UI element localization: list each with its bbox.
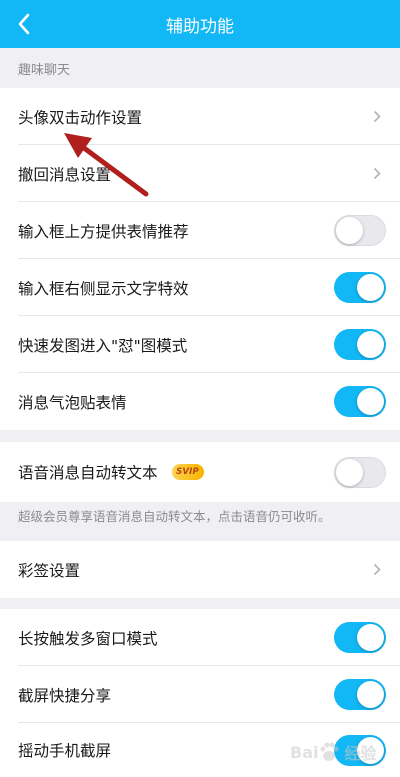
toggle-knob xyxy=(357,624,384,651)
voice-to-text-toggle[interactable] xyxy=(334,456,386,488)
row-label: 头像双击动作设置 xyxy=(18,108,143,127)
quick-send-mode-row: 快速发图进入"怼"图模式 xyxy=(0,316,400,373)
row-label: 撤回消息设置 xyxy=(18,165,112,184)
emoji-recommend-toggle[interactable] xyxy=(334,215,386,246)
toggle-knob xyxy=(357,681,384,708)
avatar-double-click-setting-row[interactable]: 头像双击动作设置 xyxy=(0,88,400,145)
row-label: 快速发图进入"怼"图模式 xyxy=(18,336,188,355)
long-press-multiwindow-toggle[interactable] xyxy=(334,622,386,653)
quick-send-mode-toggle[interactable] xyxy=(334,329,386,360)
toggle-knob xyxy=(336,458,363,486)
color-tag-setting-row[interactable]: 彩签设置 xyxy=(0,541,400,598)
voice-to-text-note: 超级会员尊享语音消息自动转文本，点击语音仍可收听。 xyxy=(18,509,331,524)
screenshot-share-row: 截屏快捷分享 xyxy=(0,666,400,723)
toggle-knob xyxy=(357,388,384,415)
text-effect-toggle[interactable] xyxy=(334,272,386,303)
row-label: 输入框右侧显示文字特效 xyxy=(18,279,189,298)
row-label: 消息气泡贴表情 xyxy=(18,393,127,412)
screenshot-share-toggle[interactable] xyxy=(334,679,386,710)
toggle-knob xyxy=(357,331,384,358)
toggle-knob xyxy=(336,217,363,244)
row-label-group: 语音消息自动转文本 SVIP xyxy=(18,461,334,483)
baidu-paw-icon xyxy=(320,742,339,761)
chevron-right-icon xyxy=(370,167,384,181)
back-chevron-icon xyxy=(18,13,30,35)
title-bar: 辅助功能 xyxy=(0,0,400,48)
chevron-right-icon xyxy=(370,563,384,577)
svip-badge: SVIP xyxy=(171,464,204,480)
bubble-sticker-toggle[interactable] xyxy=(334,386,386,417)
back-button[interactable] xyxy=(6,6,42,42)
section-label-fun-chat: 趣味聊天 xyxy=(18,63,71,78)
page-title: 辅助功能 xyxy=(166,16,234,37)
row-label: 彩签设置 xyxy=(18,561,81,580)
watermark-text-2: 经验 xyxy=(344,744,377,763)
long-press-multiwindow-row: 长按触发多窗口模式 xyxy=(0,609,400,666)
recall-message-setting-row[interactable]: 撤回消息设置 xyxy=(0,145,400,202)
row-label: 语音消息自动转文本 xyxy=(18,464,158,482)
baidu-jingyan-watermark: Bai 经验 xyxy=(286,732,396,772)
watermark-text: Bai xyxy=(290,742,319,762)
chevron-right-icon xyxy=(370,110,384,124)
row-label: 输入框上方提供表情推荐 xyxy=(18,222,189,241)
text-effect-row: 输入框右侧显示文字特效 xyxy=(0,259,400,316)
row-label: 长按触发多窗口模式 xyxy=(18,629,158,648)
toggle-knob xyxy=(357,274,384,301)
row-label: 截屏快捷分享 xyxy=(18,686,112,705)
bubble-sticker-row: 消息气泡贴表情 xyxy=(0,373,400,430)
voice-to-text-row: 语音消息自动转文本 SVIP xyxy=(0,442,400,502)
emoji-recommend-row: 输入框上方提供表情推荐 xyxy=(0,202,400,259)
